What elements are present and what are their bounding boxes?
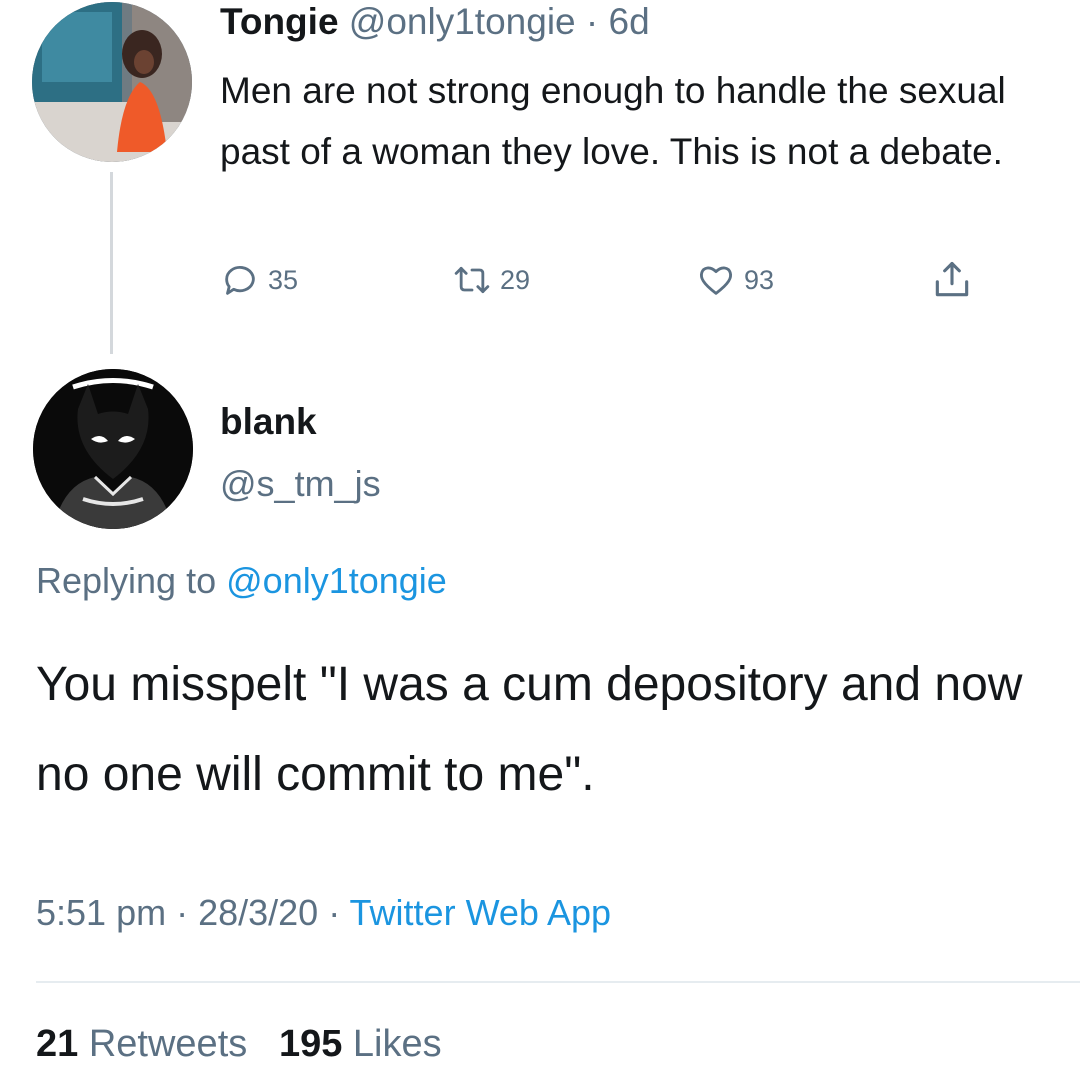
likes-count: 195 xyxy=(278,1023,343,1065)
retweets-count: 21 xyxy=(36,1023,79,1065)
meta-dot-1: · xyxy=(166,892,199,933)
meta-dot-2: · xyxy=(318,892,350,933)
speech-bubble-icon xyxy=(225,265,255,295)
header-separator: · xyxy=(575,1,609,42)
tweet-time[interactable]: 5:51 pm xyxy=(36,892,166,933)
share-icon xyxy=(935,261,969,297)
original-author-handle[interactable]: @only1tongie xyxy=(349,1,576,42)
reply-action[interactable]: 35 xyxy=(220,258,298,302)
like-action[interactable]: 93 xyxy=(696,258,774,302)
reply-tweet-text: You misspelt "I was a cum depository and… xyxy=(36,658,1023,801)
replying-to-handle-link[interactable]: @only1tongie xyxy=(226,560,447,601)
reply-author-name[interactable]: blank xyxy=(220,398,317,446)
retweet-icon xyxy=(454,266,490,294)
original-author-avatar[interactable] xyxy=(32,2,192,162)
replying-to-line: Replying to @only1tongie xyxy=(36,556,447,606)
avatar-photo-icon xyxy=(32,2,192,162)
reply-author-handle[interactable]: @s_tm_js xyxy=(220,460,381,508)
thread-connector-line xyxy=(110,172,113,354)
original-tweet-time[interactable]: 6d xyxy=(609,1,650,42)
replying-to-prefix: Replying to xyxy=(36,560,217,601)
batman-avatar-icon xyxy=(33,369,193,529)
likes-label: Likes xyxy=(352,1023,442,1065)
tweet-source-link[interactable]: Twitter Web App xyxy=(350,892,611,933)
tweet-date[interactable]: 28/3/20 xyxy=(198,892,318,933)
heart-icon xyxy=(700,266,732,295)
share-action[interactable] xyxy=(930,258,974,302)
reply-author-avatar[interactable] xyxy=(33,369,193,529)
original-author-name[interactable]: Tongie xyxy=(220,1,339,42)
retweet-count: 29 xyxy=(500,264,531,295)
like-count: 93 xyxy=(744,264,775,295)
engagement-stats: 21 Retweets 195 Likes xyxy=(36,1018,442,1070)
divider xyxy=(36,981,1080,983)
tweet1-header: Tongie @only1tongie · 6d xyxy=(220,0,650,44)
retweet-action[interactable]: 29 xyxy=(452,258,530,302)
tweet-metadata: 5:51 pm · 28/3/20 · Twitter Web App xyxy=(36,888,611,938)
reply-count: 35 xyxy=(268,264,299,295)
retweets-stat[interactable]: 21 Retweets xyxy=(36,1023,247,1065)
retweets-label: Retweets xyxy=(88,1023,248,1065)
original-tweet-text: Men are not strong enough to handle the … xyxy=(220,70,1006,172)
likes-stat[interactable]: 195 Likes xyxy=(279,1023,442,1065)
